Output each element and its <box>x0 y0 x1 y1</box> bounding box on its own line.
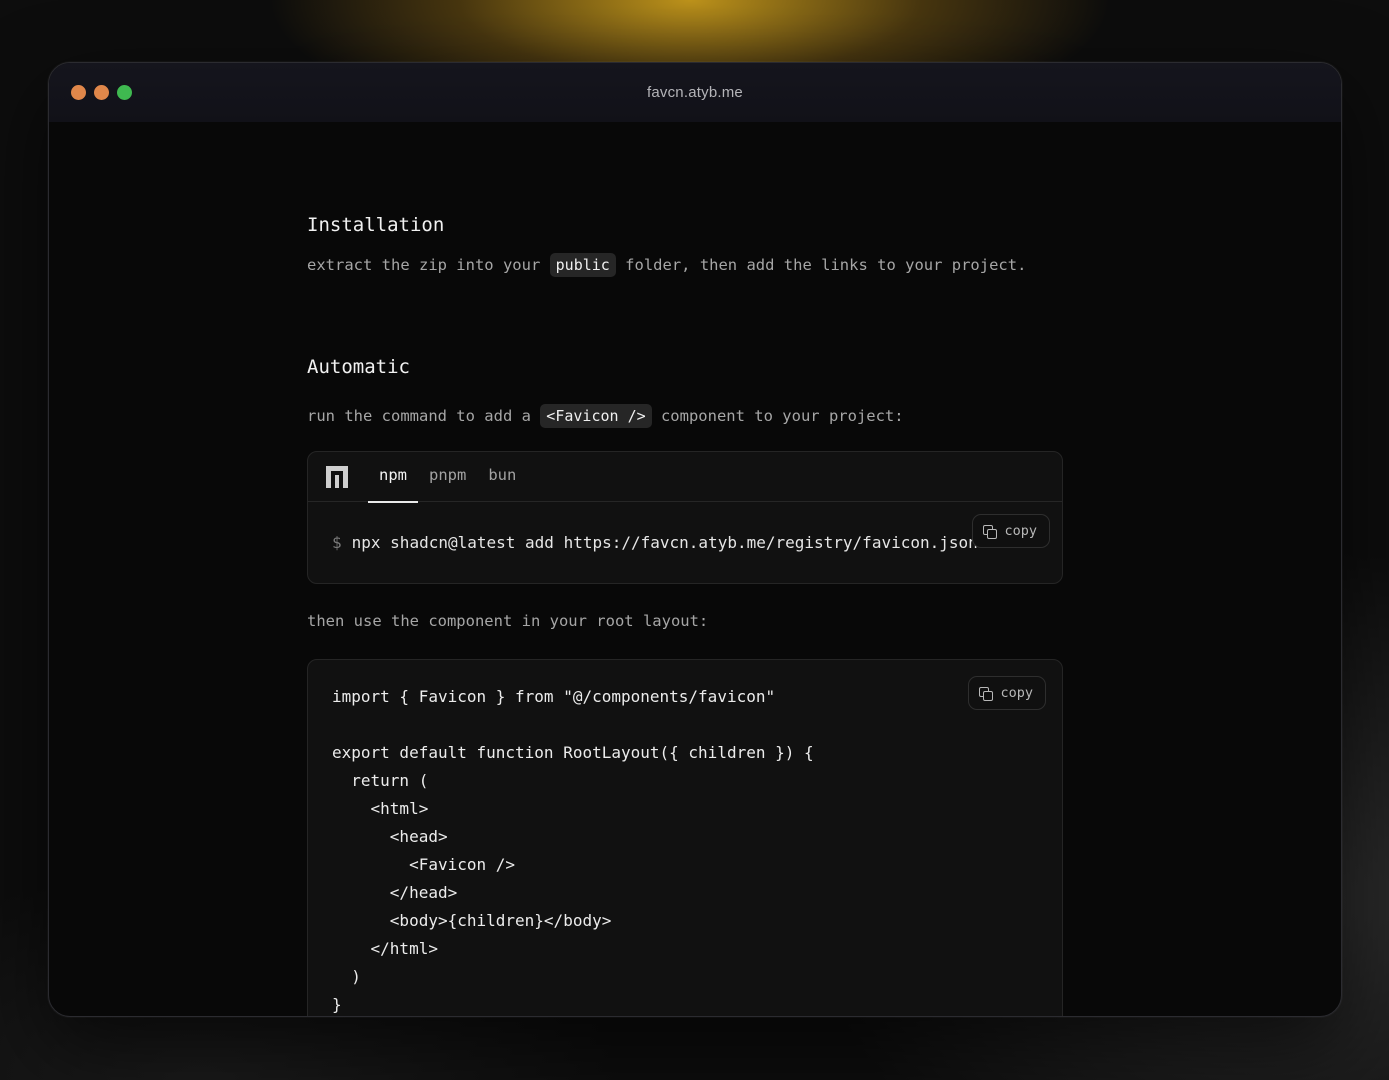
close-window-button[interactable] <box>71 85 86 100</box>
tab-list: npm pnpm bun <box>308 452 1062 503</box>
copy-code-button[interactable]: copy <box>968 676 1046 710</box>
browser-window: favcn.atyb.me Installation extract the z… <box>48 62 1342 1017</box>
copy-label: copy <box>1000 685 1033 701</box>
maximize-window-button[interactable] <box>117 85 132 100</box>
npm-logo-icon <box>326 465 348 488</box>
copy-icon <box>979 686 994 701</box>
public-inline-code: public <box>549 253 616 277</box>
copy-icon <box>983 524 998 539</box>
tab-npm[interactable]: npm <box>368 452 418 503</box>
package-manager-tabs: npm pnpm bun $ npx shadcn@latest add http… <box>307 451 1063 584</box>
automatic-text-after: component to your project: <box>651 407 904 425</box>
copy-command-button[interactable]: copy <box>972 514 1050 548</box>
install-command: $ npx shadcn@latest add https://favcn.aty… <box>332 533 978 552</box>
minimize-window-button[interactable] <box>94 85 109 100</box>
address-url: favcn.atyb.me <box>647 84 743 101</box>
tab-bun[interactable]: bun <box>477 452 527 502</box>
automatic-heading: Automatic <box>307 356 410 378</box>
installation-text-before: extract the zip into your <box>307 256 550 274</box>
title-bar: favcn.atyb.me <box>49 63 1341 122</box>
installation-heading: Installation <box>307 214 445 236</box>
code-block: import { Favicon } from "@/components/fa… <box>307 659 1063 1016</box>
command-panel: $ npx shadcn@latest add https://favcn.aty… <box>308 502 1062 583</box>
tab-pnpm[interactable]: pnpm <box>418 452 477 502</box>
favicon-inline-code: <Favicon /> <box>540 404 652 428</box>
installation-text: extract the zip into your public folder,… <box>307 251 1063 279</box>
root-layout-code: import { Favicon } from "@/components/fa… <box>332 687 814 1014</box>
installation-text-after: folder, then add the links to your proje… <box>615 256 1027 274</box>
usage-text: then use the component in your root layo… <box>307 612 709 630</box>
command-text: npx shadcn@latest add https://favcn.atyb… <box>351 533 978 552</box>
automatic-text: run the command to add a <Favicon /> com… <box>307 402 1063 430</box>
automatic-text-before: run the command to add a <box>307 407 541 425</box>
shell-prompt: $ <box>332 533 342 552</box>
copy-label: copy <box>1004 523 1037 539</box>
traffic-lights <box>71 85 132 100</box>
